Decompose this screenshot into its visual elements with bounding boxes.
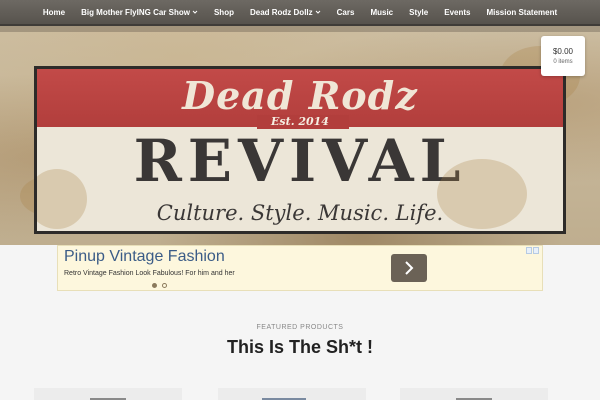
ad-slide-indicators	[152, 283, 167, 288]
nav-item-style[interactable]: Style	[401, 8, 436, 17]
ad-choices-close[interactable]	[526, 247, 540, 254]
site-title: Dead Rodz	[182, 73, 418, 118]
ad-title[interactable]: Pinup Vintage Fashion	[64, 248, 225, 266]
stain-decoration	[437, 159, 527, 229]
nav-item-shop[interactable]: Shop	[206, 8, 242, 17]
ad-next-button[interactable]	[391, 254, 427, 282]
ad-info-icon[interactable]	[526, 247, 532, 254]
established-label: Est. 2014	[271, 115, 329, 128]
nav-item-car-show[interactable]: Big Mother FlyING Car Show	[73, 8, 206, 17]
nav-item-label: Home	[42, 7, 66, 17]
main-navigation: Home Big Mother FlyING Car Show Shop Dea…	[0, 0, 600, 26]
site-logo-sign[interactable]: Dead Rodz Est. 2014 REVIVAL Culture. Sty…	[34, 66, 566, 234]
ad-text: Retro Vintage Fashion Look Fabulous! For…	[64, 270, 235, 277]
slide-dot-active[interactable]	[152, 283, 157, 288]
ad-banner[interactable]: Pinup Vintage Fashion Retro Vintage Fash…	[57, 245, 543, 291]
nav-item-label: Music	[370, 7, 394, 17]
cart-item-count: 0 items	[553, 59, 573, 65]
product-cards	[0, 388, 600, 400]
nav-item-label: Shop	[213, 7, 234, 17]
slide-dot[interactable]	[162, 283, 167, 288]
nav-item-label: Cars	[336, 7, 355, 17]
product-card[interactable]	[218, 388, 366, 400]
nav-item-label: Big Mother FlyING Car Show	[81, 7, 190, 17]
featured-title: This Is The Sh*t !	[226, 337, 373, 357]
nav-item-label: Dead Rodz Dollz	[249, 7, 313, 17]
cart-total: $0.00	[552, 47, 574, 56]
product-card[interactable]	[34, 388, 182, 400]
chevron-down-icon	[315, 10, 320, 14]
chevron-right-icon	[405, 261, 414, 275]
nav-item-music[interactable]: Music	[362, 8, 401, 17]
chevron-down-icon	[192, 10, 198, 14]
nav-item-cars[interactable]: Cars	[329, 8, 363, 17]
nav-item-label: Mission Statement	[486, 7, 558, 17]
nav-item-label: Events	[444, 7, 471, 17]
nav-item-events[interactable]: Events	[436, 8, 478, 17]
featured-label: FEATURED PRODUCTS	[256, 324, 344, 331]
hero-banner: Dead Rodz Est. 2014 REVIVAL Culture. Sty…	[0, 26, 600, 245]
nav-item-label: Style	[409, 7, 429, 17]
nav-item-mission-statement[interactable]: Mission Statement	[478, 8, 565, 17]
nav-item-home[interactable]: Home	[35, 8, 73, 17]
close-icon[interactable]	[533, 247, 539, 254]
cart-widget[interactable]: $0.00 0 items	[541, 36, 585, 76]
nav-item-dead-rodz-dollz[interactable]: Dead Rodz Dollz	[242, 8, 329, 17]
product-card[interactable]	[400, 388, 548, 400]
